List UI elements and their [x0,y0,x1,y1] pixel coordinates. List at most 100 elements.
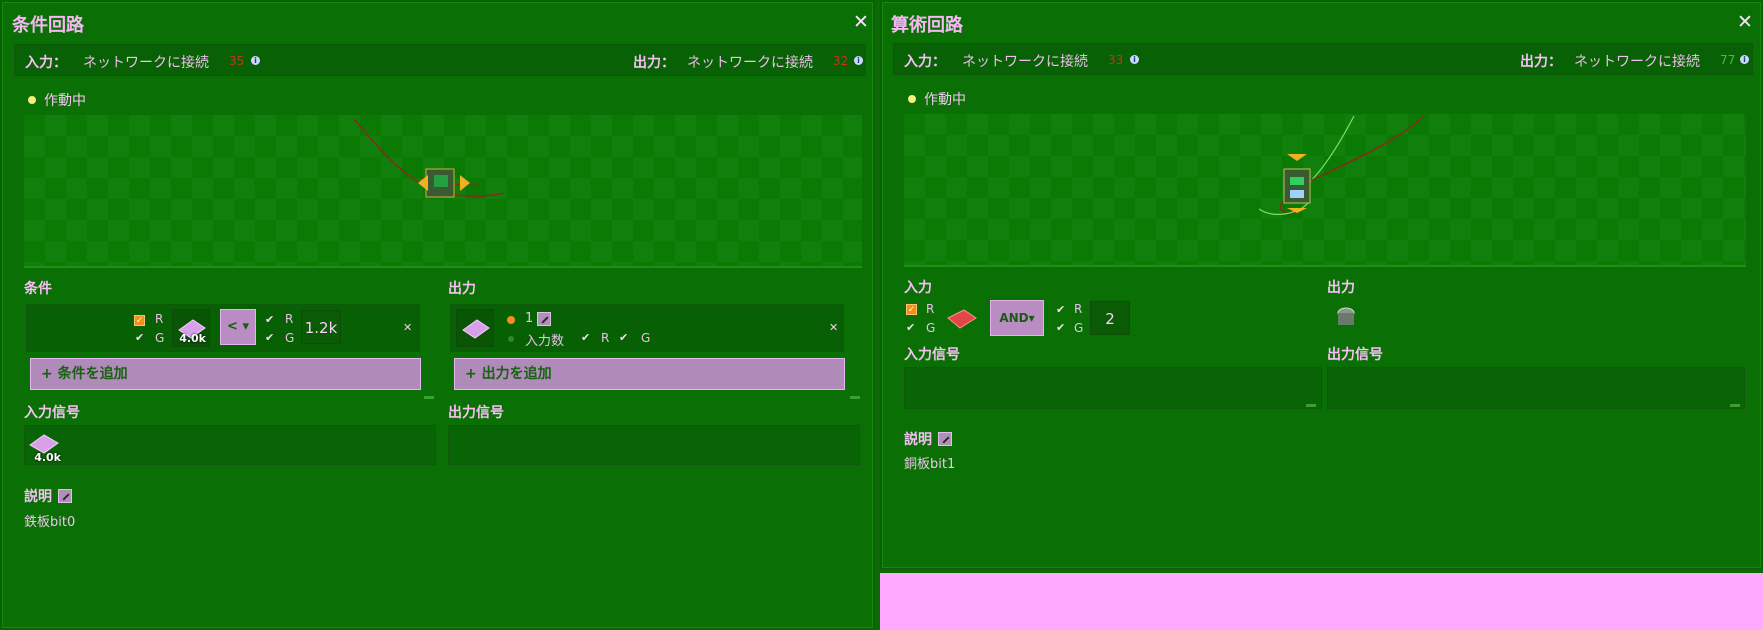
green-wire-checkbox-2[interactable]: ✔ [1056,322,1067,333]
input-count-label: 入力数 [525,334,565,349]
red-wire-checkbox[interactable]: ✓ [134,315,145,326]
iron-plate-icon [462,319,490,339]
comparator-dropdown[interactable]: < ▾ [220,309,256,345]
red-wire-checkbox[interactable]: ✓ [906,304,917,315]
output-constant-value: 1 [525,311,534,326]
background-area [880,573,1763,630]
close-icon[interactable]: ✕ [853,11,869,33]
description-text: 銅板bit1 [904,457,956,472]
chevron-down-icon: ▾ [242,319,249,334]
output-row: 1 入力数 ✔ R ✔ G ✕ [450,304,844,352]
edit-icon[interactable] [537,312,551,326]
output-signals-header: 出力信号 [1327,347,1383,363]
constant-value-field[interactable]: 1.2k [301,310,341,344]
arithmetic-combinator-panel: 算術回路 ✕ 入力： ネットワークに接続 33 i 出力： ネットワークに接続 … [880,0,1763,570]
status-dot-icon [908,95,916,103]
scrollbar[interactable] [850,396,860,399]
green-wire-label-2: G [285,331,295,345]
info-icon[interactable]: i [1740,55,1749,64]
add-condition-button[interactable]: + 条件を追加 [30,358,421,390]
input-signals-area [904,367,1322,409]
input-connection-text: ネットワークに接続 [83,55,209,71]
green-wire-label: G [155,331,165,345]
output-signals-header: 出力信号 [448,405,504,421]
combinator-preview-image [353,118,505,198]
green-wire-label-2: G [1074,321,1084,335]
green-wire-checkbox[interactable]: ✔ [906,322,917,333]
green-wire-label: G [926,321,936,335]
outputs-header: 出力 [448,281,476,297]
description-text: 鉄板bit0 [24,515,76,530]
scrollbar[interactable] [1730,404,1740,407]
input-label: 入力： [25,55,67,71]
remove-condition-icon[interactable]: ✕ [403,321,412,334]
edit-icon[interactable] [938,432,952,446]
info-icon[interactable]: i [1130,55,1139,64]
output-network-id: 77 [1720,53,1736,67]
info-icon[interactable]: i [854,56,863,65]
green-wire-label-out: G [641,331,651,345]
status-text: 作動中 [44,93,86,109]
status-dot-icon [28,96,36,104]
output-signals-area [448,425,860,465]
green-wire-checkbox[interactable]: ✔ [135,332,146,343]
panel-title: 算術回路 [891,15,963,36]
signal-count: 4.0k [179,332,206,345]
input-connection-text: ネットワークに接続 [962,54,1088,70]
edit-icon[interactable] [58,489,72,503]
radio-input-count[interactable] [508,336,514,342]
constant-value-field[interactable]: 2 [1090,301,1130,335]
output-connection-text: ネットワークに接続 [687,55,813,71]
entity-preview [24,115,862,268]
first-signal-slot[interactable] [942,300,980,338]
info-icon[interactable]: i [251,56,260,65]
scrollbar[interactable] [1306,404,1316,407]
status-indicator: 作動中 [28,90,86,110]
input-network-id: 35 [229,54,245,68]
operation-dropdown[interactable]: AND▾ [990,300,1044,336]
remove-output-icon[interactable]: ✕ [829,321,838,334]
entity-preview [904,114,1746,267]
description-label: 説明 [24,489,52,505]
input-signals-header: 入力信号 [904,347,960,363]
comparator-value: < [227,319,238,334]
output-label: 出力： [1520,54,1562,70]
conditions-header: 条件 [24,281,52,297]
input-network-id: 33 [1108,53,1124,67]
decider-combinator-panel: 条件回路 ✕ 入力： ネットワークに接続 35 i 出力： ネットワークに接続 … [0,0,875,630]
red-wire-label-2: R [285,312,294,326]
status-text: 作動中 [924,92,966,108]
connection-bar: 入力： ネットワークに接続 35 i 出力： ネットワークに接続 32 i [14,44,866,76]
output-signal-slot[interactable] [1327,299,1365,337]
arithmetic-row: ✓ R ✔ G AND▾ ✔ R ✔ G 2 [904,298,1304,344]
close-icon[interactable]: ✕ [1737,11,1753,33]
input-signals-area: 4.0k [24,425,436,465]
green-wire-checkbox-out[interactable]: ✔ [619,332,630,343]
status-indicator: 作動中 [908,89,966,109]
description-header: 説明 [904,429,952,449]
red-wire-checkbox-out[interactable]: ✔ [581,332,592,343]
add-output-button[interactable]: + 出力を追加 [454,358,845,390]
wire-icon [1337,307,1355,325]
input-label: 入力： [904,54,946,70]
scrollbar[interactable] [424,396,434,399]
add-output-label: 出力を追加 [481,366,552,382]
output-signals-area [1327,367,1745,409]
panel-title: 条件回路 [12,15,84,36]
condition-row: ✓ R ✔ G 4.0k < ▾ ✔ R ✔ G 1.2k ✕ [26,304,420,352]
output-connection-text: ネットワークに接続 [1574,54,1700,70]
copper-plate-icon [947,309,977,329]
red-wire-label: R [926,302,935,316]
output-signal-slot[interactable] [456,309,494,347]
green-wire-checkbox-2[interactable]: ✔ [265,332,276,343]
red-wire-checkbox-2[interactable]: ✔ [1056,304,1067,315]
first-signal-slot[interactable]: 4.0k [172,309,210,347]
description-header: 説明 [24,486,72,506]
chevron-down-icon: ▾ [1028,311,1035,325]
operation-value: AND [999,311,1029,325]
input-signal-item[interactable]: 4.0k [26,427,64,465]
radio-constant-selected[interactable] [507,316,515,324]
output-label: 出力： [633,55,675,71]
output-header: 出力 [1327,280,1355,296]
red-wire-checkbox-2[interactable]: ✔ [265,314,276,325]
